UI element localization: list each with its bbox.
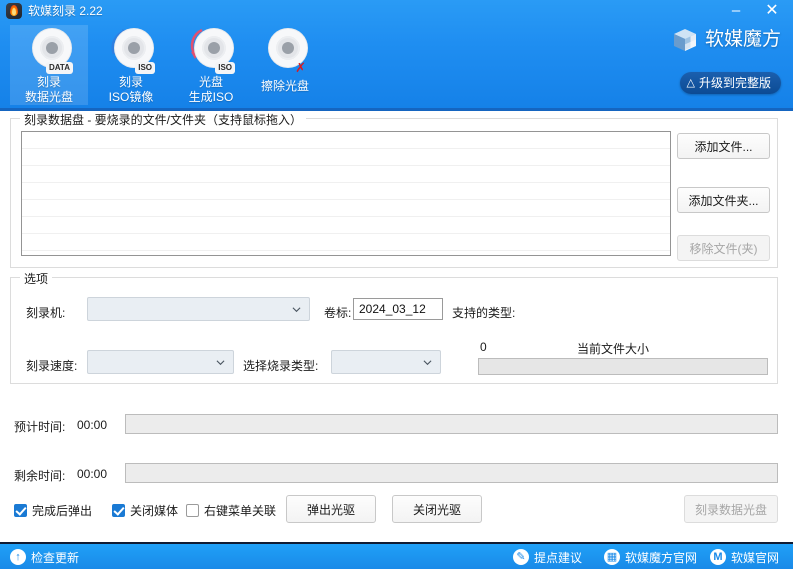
list-item[interactable] xyxy=(22,132,670,149)
statusbar-cube-website[interactable]: ▦ 软媒魔方官网 xyxy=(604,548,697,566)
estimated-time-progressbar xyxy=(125,414,778,434)
file-size-label: 当前文件大小 xyxy=(577,340,649,357)
close-button[interactable]: ✕ xyxy=(755,0,789,22)
statusbar-label: 软媒魔方官网 xyxy=(625,549,697,566)
toolbar-item-label-line2: 生成ISO xyxy=(172,90,250,105)
list-item[interactable] xyxy=(22,217,670,234)
upgrade-button-label: 升级到完整版 xyxy=(699,72,771,94)
toolbar-item-label-line2: ISO镜像 xyxy=(92,90,170,105)
erase-disc-icon: ✗ xyxy=(262,27,308,73)
toolbar-item-label-line1: 刻录 xyxy=(10,75,88,90)
checkbox-context-menu-association[interactable]: 右键菜单关联 xyxy=(186,502,276,519)
toolbar-item-erase-disc[interactable]: ✗ 擦除光盘 xyxy=(246,25,324,105)
recorder-label: 刻录机: xyxy=(26,304,65,321)
statusbar-label: 软媒官网 xyxy=(731,549,779,566)
add-folder-button[interactable]: 添加文件夹... xyxy=(677,187,770,213)
disc-badge-iso: ISO xyxy=(135,62,155,74)
checkbox-label: 完成后弹出 xyxy=(32,502,92,519)
toolbar-item-label-line2: 数据光盘 xyxy=(10,90,88,105)
list-item[interactable] xyxy=(22,200,670,217)
supported-types-label: 支持的类型: xyxy=(452,304,515,321)
cube-logo-icon xyxy=(672,27,698,53)
estimated-time-value: 00:00 xyxy=(77,418,107,432)
statusbar-label: 提点建议 xyxy=(534,549,582,566)
statusbar-label: 检查更新 xyxy=(31,549,79,566)
list-item[interactable] xyxy=(22,166,670,183)
disc-badge-iso: ISO xyxy=(215,62,235,74)
red-x-icon: ✗ xyxy=(295,62,306,74)
options-groupbox-title: 选项 xyxy=(20,270,52,287)
toolbar-item-create-iso[interactable]: ISO 光盘 生成ISO xyxy=(172,25,250,105)
application-window: 软媒刻录 2.22 – ✕ DATA 刻录 数据光盘 xyxy=(0,0,793,569)
list-item[interactable] xyxy=(22,234,670,251)
toolbar-item-label-line1: 光盘 xyxy=(172,75,250,90)
grid-circle-icon: ▦ xyxy=(604,549,620,565)
close-drive-button[interactable]: 关闭光驱 xyxy=(392,495,482,523)
volume-input[interactable]: 2024_03_12 xyxy=(353,298,443,320)
chevron-down-icon xyxy=(216,358,225,367)
files-groupbox: 刻录数据盘 - 要烧录的文件/文件夹（支持鼠标拖入） 添加文件... 添加文件夹… xyxy=(10,118,778,268)
double-chevron-up-icon: △ xyxy=(687,78,695,89)
recorder-select[interactable] xyxy=(87,297,310,321)
toolbar-item-burn-data-disc[interactable]: DATA 刻录 数据光盘 xyxy=(10,25,88,105)
pencil-circle-icon: ✎ xyxy=(513,549,529,565)
app-flame-icon xyxy=(6,3,22,19)
window-title: 软媒刻录 2.22 xyxy=(28,3,103,19)
checkbox-box xyxy=(112,504,125,517)
remaining-time-value: 00:00 xyxy=(77,467,107,481)
speed-label: 刻录速度: xyxy=(26,357,77,374)
burn-data-disc-button[interactable]: 刻录数据光盘 xyxy=(684,495,778,523)
speed-select[interactable] xyxy=(87,350,234,374)
volume-label: 卷标: xyxy=(324,304,351,321)
remaining-time-progressbar xyxy=(125,463,778,483)
checkbox-label: 右键菜单关联 xyxy=(204,502,276,519)
toolbar-item-label-line1: 刻录 xyxy=(92,75,170,90)
burn-type-label: 选择烧录类型: xyxy=(243,357,318,374)
create-iso-disc-icon: ISO xyxy=(188,27,234,73)
files-groupbox-title: 刻录数据盘 - 要烧录的文件/文件夹（支持鼠标拖入） xyxy=(20,111,306,128)
statusbar-official-website[interactable]: M 软媒官网 xyxy=(710,548,779,566)
options-groupbox: 选项 刻录机: 卷标: 2024_03_12 支持的类型: 刻录速度: 选择烧录… xyxy=(10,277,778,384)
file-size-value: 0 xyxy=(480,340,487,354)
title-bar: 软媒刻录 2.22 – ✕ xyxy=(0,0,793,22)
statusbar-check-update[interactable]: ↑ 检查更新 xyxy=(10,548,79,566)
header-banner: 软媒刻录 2.22 – ✕ DATA 刻录 数据光盘 xyxy=(0,0,793,111)
checkbox-eject-after-finish[interactable]: 完成后弹出 xyxy=(14,502,92,519)
checkbox-label: 关闭媒体 xyxy=(130,502,178,519)
burn-iso-disc-icon: ISO xyxy=(108,27,154,73)
estimated-time-label: 预计时间: xyxy=(14,418,65,435)
disc-badge-data: DATA xyxy=(46,62,73,74)
upgrade-button[interactable]: △ 升级到完整版 xyxy=(680,72,781,94)
checkbox-box xyxy=(14,504,27,517)
remaining-time-label: 剩余时间: xyxy=(14,467,65,484)
chevron-down-icon xyxy=(423,358,432,367)
toolbar-item-burn-iso[interactable]: ISO 刻录 ISO镜像 xyxy=(92,25,170,105)
minimize-button[interactable]: – xyxy=(719,0,753,22)
list-item[interactable] xyxy=(22,149,670,166)
m-circle-icon: M xyxy=(710,549,726,565)
brand-name: 软媒魔方 xyxy=(705,27,781,53)
add-file-button[interactable]: 添加文件... xyxy=(677,133,770,159)
status-bar: ↑ 检查更新 ✎ 提点建议 ▦ 软媒魔方官网 M 软媒官网 xyxy=(0,542,793,569)
file-size-progressbar xyxy=(478,358,768,375)
file-list[interactable] xyxy=(21,131,671,256)
toolbar-item-label-line1: 擦除光盘 xyxy=(246,79,324,94)
arrow-up-circle-icon: ↑ xyxy=(10,549,26,565)
list-item[interactable] xyxy=(22,183,670,200)
brand-logo: 软媒魔方 xyxy=(672,27,781,53)
burn-type-select[interactable] xyxy=(331,350,441,374)
eject-drive-button[interactable]: 弹出光驱 xyxy=(286,495,376,523)
checkbox-box xyxy=(186,504,199,517)
data-disc-icon: DATA xyxy=(26,27,72,73)
remove-file-button[interactable]: 移除文件(夹) xyxy=(677,235,770,261)
chevron-down-icon xyxy=(292,305,301,314)
checkbox-close-media[interactable]: 关闭媒体 xyxy=(112,502,178,519)
statusbar-suggestion[interactable]: ✎ 提点建议 xyxy=(513,548,582,566)
